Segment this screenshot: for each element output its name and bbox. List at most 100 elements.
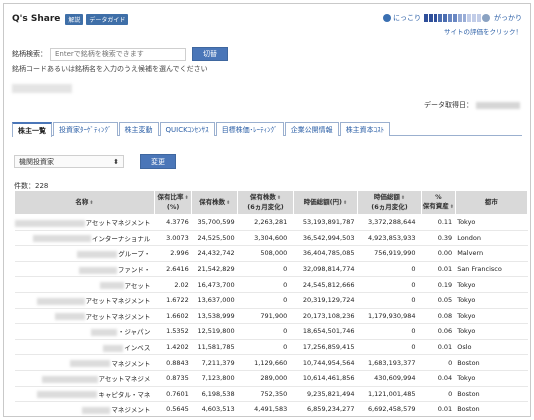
- tab-cost-of-equity[interactable]: 株主資本ｺｽﾄ: [339, 122, 391, 136]
- holder-name-cell[interactable]: インターナショナル: [14, 230, 155, 247]
- holder-name[interactable]: アセットマネジメント: [86, 313, 151, 321]
- table-row[interactable]: アセットマネジメ 0.8735 7,123,800 289,000 10,614,461…: [14, 370, 528, 387]
- col-name-header[interactable]: 名称⬍: [14, 190, 155, 215]
- redacted-name: [78, 266, 117, 274]
- holder-name-cell[interactable]: ファンド・: [14, 261, 155, 278]
- shares-cell: 13,637,000: [191, 292, 238, 309]
- rating-good-label[interactable]: にっこり: [393, 13, 421, 23]
- col-shares-change-header[interactable]: 保有株数⬍ (6ヵ月変化): [237, 190, 294, 215]
- col-ratio-header[interactable]: 保有比率⬍ (%): [153, 190, 193, 215]
- holder-name-cell[interactable]: ・ジャパン: [14, 323, 155, 340]
- table-row[interactable]: マネジメント 0.8843 7,211,379 1,129,660 10,744,954…: [14, 354, 528, 371]
- rating-bar[interactable]: [424, 14, 482, 22]
- shares-ch-cell: 752,350: [237, 386, 294, 403]
- mcap-cell: 10,744,954,564: [293, 354, 358, 371]
- shares-cell: 13,538,999: [191, 308, 238, 325]
- holder-name[interactable]: アセット: [125, 282, 151, 290]
- holder-name[interactable]: マネジメント: [111, 360, 150, 368]
- investor-type-select[interactable]: 機関投資家 ⬍: [14, 155, 124, 168]
- pct-cell: 0.00: [421, 245, 456, 262]
- holder-name[interactable]: ・ジャパン: [118, 328, 151, 336]
- redacted-name: [90, 328, 117, 336]
- table-row[interactable]: インベス 1.4202 11,581,785 0 17,256,859,415 0 0.01…: [14, 339, 528, 356]
- holder-name-cell[interactable]: アセットマネジメント: [14, 308, 155, 325]
- table-row[interactable]: キャピタル・マネ 0.7601 6,198,538 752,350 9,235,821,…: [14, 386, 528, 403]
- smile-icon: [383, 14, 391, 22]
- app-logo[interactable]: Q's Share: [12, 14, 60, 24]
- shares-ch-cell: 0: [237, 261, 294, 278]
- search-input[interactable]: [50, 47, 186, 61]
- holder-name[interactable]: マネジメント: [111, 406, 150, 414]
- table-row[interactable]: グループ・ 2.996 24,432,742 508,000 36,404,785,08…: [14, 245, 528, 262]
- holder-name-cell[interactable]: マネジメント: [14, 354, 155, 371]
- holder-name[interactable]: ファンド・: [118, 266, 151, 274]
- city-cell: Oslo: [455, 339, 528, 356]
- holder-name[interactable]: アセットマネジメント: [86, 297, 151, 305]
- ratio-cell: 3.0073: [154, 230, 192, 247]
- city-cell: Boston: [455, 386, 528, 403]
- data-guide-badge[interactable]: データガイド: [86, 13, 129, 25]
- table-row[interactable]: アセットマネジメント 1.6602 13,538,999 791,900 20,173,…: [14, 308, 528, 325]
- holder-name[interactable]: インベス: [124, 344, 150, 352]
- table-row[interactable]: アセットマネジメント 1.6722 13,637,000 0 20,319,129,72…: [14, 292, 528, 309]
- table-row[interactable]: ・ジャパン 1.5352 12,519,800 0 18,654,501,746 0 0.0…: [14, 323, 528, 340]
- table-row[interactable]: ファンド・ 2.6416 21,542,829 0 32,098,814,774 0 0.0…: [14, 261, 528, 278]
- holder-name-cell[interactable]: グループ・: [14, 245, 155, 262]
- rating-widget: にっこり がっかり: [383, 13, 522, 23]
- ratio-cell: 1.6602: [154, 308, 192, 325]
- shares-cell: 6,198,538: [191, 386, 238, 403]
- redacted-name: [37, 391, 98, 399]
- city-cell: Tokyo: [455, 308, 528, 325]
- holder-name-cell[interactable]: キャピタル・マネ: [14, 386, 155, 403]
- mcap-ch-cell: 1,683,193,377: [357, 354, 422, 371]
- col-mcap-header[interactable]: 時価総額(円)⬍: [292, 190, 359, 215]
- table-row[interactable]: インターナショナル 3.0073 24,525,500 3,304,600 36,542…: [14, 230, 528, 247]
- table-row[interactable]: マネジメント 0.5645 4,603,513 4,491,583 6,859,234,…: [14, 401, 528, 416]
- holder-name-cell[interactable]: マネジメント: [14, 401, 155, 416]
- mcap-ch-cell: 0: [357, 292, 422, 309]
- change-button[interactable]: 変更: [140, 154, 176, 169]
- sort-icon: ⬍: [226, 199, 231, 206]
- tab-investor-targeting[interactable]: 投資家ﾀｰｹﾞﾃｨﾝｸﾞ: [53, 122, 118, 136]
- tab-shareholders[interactable]: 株主一覧: [12, 122, 52, 137]
- holder-name[interactable]: インターナショナル: [92, 235, 151, 243]
- tab-quick-consensus[interactable]: QUICKｺﾝｾﾝｻｽ: [159, 122, 215, 136]
- tab-shareholder-changes[interactable]: 株主変動: [118, 122, 159, 136]
- holder-name-cell[interactable]: アセット: [14, 276, 155, 293]
- ratio-cell: 0.8843: [154, 354, 192, 371]
- col-city-header[interactable]: 都市: [454, 190, 529, 215]
- holder-name[interactable]: アセットマネジメント: [86, 219, 151, 227]
- switch-button[interactable]: 切替: [192, 47, 228, 61]
- mcap-ch-cell: 756,919,990: [357, 245, 422, 262]
- holder-name[interactable]: グループ・: [118, 250, 150, 258]
- holder-name-cell[interactable]: アセットマネジメント: [14, 292, 155, 309]
- sort-icon: ⬍: [276, 195, 282, 201]
- tab-target-price-rating[interactable]: 目標株価･ﾚｰﾃｨﾝｸﾞ: [215, 122, 284, 136]
- col-mcap-change-header[interactable]: 時価総額⬍ (6ヵ月変化): [357, 190, 422, 215]
- rate-site-link[interactable]: サイトの評価をクリック！: [444, 26, 522, 36]
- mcap-ch-cell: 0: [357, 261, 422, 278]
- mcap-cell: 20,173,108,236: [293, 308, 358, 325]
- mcap-ch-cell: 0: [357, 323, 422, 340]
- holder-name-cell[interactable]: アセットマネジメ: [14, 370, 155, 387]
- explain-badge[interactable]: 解説: [65, 13, 84, 25]
- ratio-cell: 1.4202: [154, 339, 192, 356]
- table-row[interactable]: アセットマネジメント 4.3776 35,700,599 2,263,281 53,19…: [14, 214, 528, 231]
- mcap-cell: 24,545,812,666: [293, 276, 358, 293]
- redacted-name: [77, 250, 118, 258]
- shares-ch-cell: 791,900: [237, 308, 294, 325]
- holder-name-cell[interactable]: アセットマネジメント: [14, 214, 155, 231]
- col-shares-header[interactable]: 保有株数⬍: [191, 190, 239, 215]
- shares-ch-cell: 508,000: [237, 245, 294, 262]
- city-cell: Tokyo: [455, 276, 528, 293]
- table-row[interactable]: アセット 2.02 16,473,700 0 24,545,812,666 0 0.19 To…: [14, 276, 528, 293]
- ratio-cell: 0.8735: [154, 370, 192, 387]
- holder-name-cell[interactable]: インベス: [14, 339, 155, 356]
- col-pct-assets-header[interactable]: % 保有資産⬍: [421, 190, 456, 215]
- city-cell: Tokyo: [455, 323, 528, 340]
- rating-bad-label[interactable]: がっかり: [494, 13, 522, 23]
- holder-name[interactable]: キャピタル・マネ: [98, 391, 150, 399]
- tab-disclosure[interactable]: 企業公開情報: [284, 122, 339, 136]
- holder-name[interactable]: アセットマネジメ: [99, 375, 151, 383]
- mcap-cell: 36,542,994,503: [293, 230, 358, 247]
